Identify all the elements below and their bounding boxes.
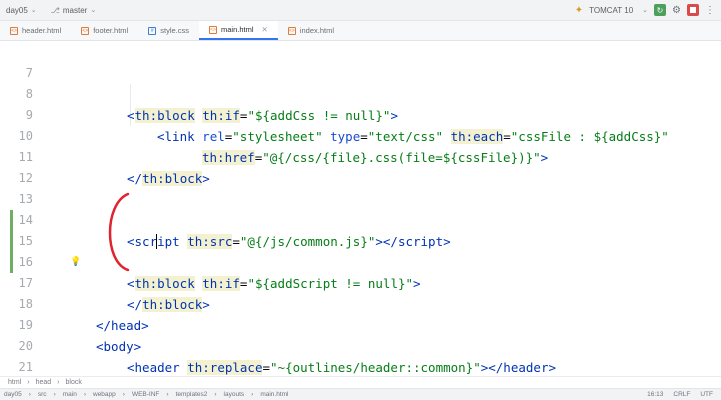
gear-icon[interactable]: ⚙ [672, 5, 681, 16]
code-line: 16 [0, 231, 721, 269]
line-ending[interactable]: CRLF [673, 391, 690, 398]
html-file-icon: <> [81, 26, 90, 35]
code-line: 15 💡 <th:block th:if="${addScript != nul… [0, 210, 721, 291]
path-segment[interactable]: webapp [93, 391, 116, 398]
breadcrumb-separator: › [57, 379, 60, 386]
branch-selector[interactable]: ⎇ master ⌄ [51, 6, 97, 15]
status-bar: day05 › src › main › webapp › WEB-INF › … [0, 388, 721, 400]
chevron-down-icon: ⌄ [90, 7, 97, 14]
code-line: 17 </th:block> [0, 252, 721, 312]
branch-icon: ⎇ [50, 5, 60, 15]
code-line: 8 <th:block th:if="${addCss != null}"> [0, 63, 721, 123]
breadcrumb-item[interactable]: html [8, 379, 21, 386]
css-file-icon: # [148, 26, 157, 35]
path-separator: › [83, 391, 86, 398]
project-selector[interactable]: day05 ⌄ [6, 6, 37, 15]
cursor-position[interactable]: 16:13 [647, 391, 663, 398]
editor-tabs: <> header.html <> footer.html # style.cs… [0, 21, 721, 41]
run-config-label[interactable]: TOMCAT 10 [589, 6, 633, 15]
path-segment[interactable]: main [63, 391, 77, 398]
breadcrumb-item[interactable]: head [36, 379, 52, 386]
tomcat-icon: ✦ [574, 4, 584, 16]
project-name: day05 [6, 5, 28, 15]
code-line: 11 </th:block> [0, 126, 721, 186]
code-line: 21 [0, 336, 721, 374]
tab-main-html[interactable]: <> main.html ✕ [199, 21, 278, 40]
path-separator: › [122, 391, 125, 398]
title-bar: day05 ⌄ ⎇ master ⌄ ✦ TOMCAT 10 ⌄ ↻ ⚙ ⋮ [0, 0, 721, 21]
code-line: 7 [0, 42, 721, 80]
tab-header-html[interactable]: <> header.html [0, 21, 71, 40]
tab-footer-html[interactable]: <> footer.html [71, 21, 138, 40]
tab-label: style.css [160, 26, 189, 35]
minimize-icon[interactable]: ⋮ [705, 5, 715, 16]
path-segment[interactable]: layouts [224, 391, 245, 398]
tab-style-css[interactable]: # style.css [138, 21, 199, 40]
breadcrumb: html › head › block [0, 376, 721, 388]
tab-index-html[interactable]: <> index.html [278, 21, 344, 40]
branch-name: master [62, 5, 88, 15]
path-separator: › [166, 391, 169, 398]
chevron-down-icon: ⌄ [30, 7, 37, 14]
path-separator: › [53, 391, 56, 398]
stop-button[interactable] [687, 4, 699, 16]
path-segment[interactable]: day05 [4, 391, 22, 398]
status-path: day05 › src › main › webapp › WEB-INF › … [4, 391, 289, 398]
path-segment[interactable]: WEB-INF [132, 391, 159, 398]
code-line: 20 <header th:replace="~{outlines/header… [0, 315, 721, 375]
tab-label: footer.html [93, 26, 129, 35]
tab-label: main.html [221, 25, 254, 34]
run-icon[interactable]: ↻ [654, 4, 667, 16]
breadcrumb-separator: › [27, 379, 30, 386]
file-encoding[interactable]: UTF [700, 391, 713, 398]
code-line: 10 th:href="@{/css/{file}.css(file=${css… [0, 105, 721, 165]
tab-label: index.html [299, 26, 334, 35]
code-line: 12 [0, 147, 721, 185]
code-line: 19 <body> [0, 294, 721, 354]
code-line: 18 </head> [0, 273, 721, 333]
code-line: 14 <script th:src="@{/js/common.js}"></s… [0, 189, 721, 249]
text-cursor [156, 234, 157, 249]
stop-icon [690, 7, 696, 13]
tab-label: header.html [22, 26, 62, 35]
path-separator: › [214, 391, 217, 398]
close-icon[interactable]: ✕ [262, 25, 268, 34]
code-line: 22 <main layout:fragment="content"></mai… [0, 357, 721, 395]
path-segment[interactable]: src [38, 391, 47, 398]
html-file-icon: <> [10, 26, 18, 35]
code-editor[interactable]: 7 8 <th:block th:if="${addCss != null}">… [0, 42, 721, 395]
html-file-icon: <> [209, 25, 217, 34]
code-line: 13 [0, 168, 721, 206]
path-separator: › [251, 391, 254, 398]
breadcrumb-item[interactable]: block [66, 379, 82, 386]
chevron-down-icon: ⌄ [642, 7, 649, 14]
html-file-icon: <> [287, 26, 296, 35]
code-line: 9 <link rel="stylesheet" type="text/css"… [0, 84, 721, 144]
path-separator: › [28, 391, 31, 398]
path-segment[interactable]: main.html [260, 391, 288, 398]
path-segment[interactable]: templates2 [176, 391, 208, 398]
